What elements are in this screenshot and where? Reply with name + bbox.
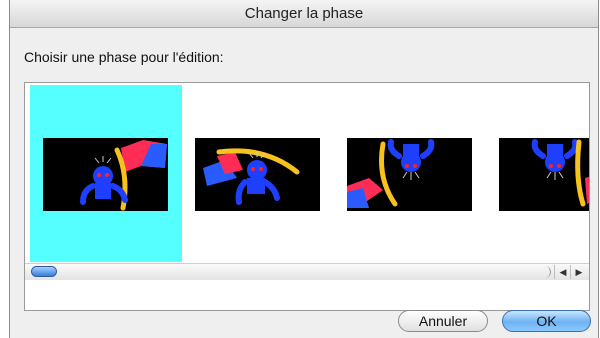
ok-button[interactable]: OK <box>502 310 591 332</box>
dialog-content: Choisir une phase pour l'édition: ◀ ▶ An… <box>10 28 598 338</box>
dialog-window: Changer la phase Choisir une phase pour … <box>9 0 599 338</box>
scroll-right-arrow-icon[interactable]: ▶ <box>570 265 587 279</box>
character-icon <box>203 148 300 205</box>
scrollbar-track-end <box>542 266 551 278</box>
phase-thumbnail <box>43 138 168 211</box>
phase-item-3[interactable] <box>334 85 486 262</box>
character-icon <box>80 140 167 211</box>
phase-strip <box>30 85 589 262</box>
scroll-left-arrow-icon[interactable]: ◀ <box>554 265 571 279</box>
scrollbar-thumb[interactable] <box>31 266 57 277</box>
window-title: Changer la phase <box>244 5 364 22</box>
phase-item-2[interactable] <box>182 85 334 262</box>
phase-thumbnail <box>347 138 472 211</box>
horizontal-scrollbar[interactable]: ◀ ▶ <box>25 263 589 280</box>
character-icon <box>347 139 435 208</box>
character-icon <box>531 139 589 207</box>
cancel-button[interactable]: Annuler <box>398 310 488 332</box>
phase-thumbnail <box>195 138 320 211</box>
window-titlebar[interactable]: Changer la phase <box>10 0 598 28</box>
phase-item-4[interactable] <box>486 85 589 262</box>
prompt-label: Choisir une phase pour l'édition: <box>24 49 224 65</box>
phase-list[interactable]: ◀ ▶ <box>24 82 590 311</box>
phase-thumbnail <box>499 138 589 211</box>
phase-item-1[interactable] <box>30 85 182 262</box>
